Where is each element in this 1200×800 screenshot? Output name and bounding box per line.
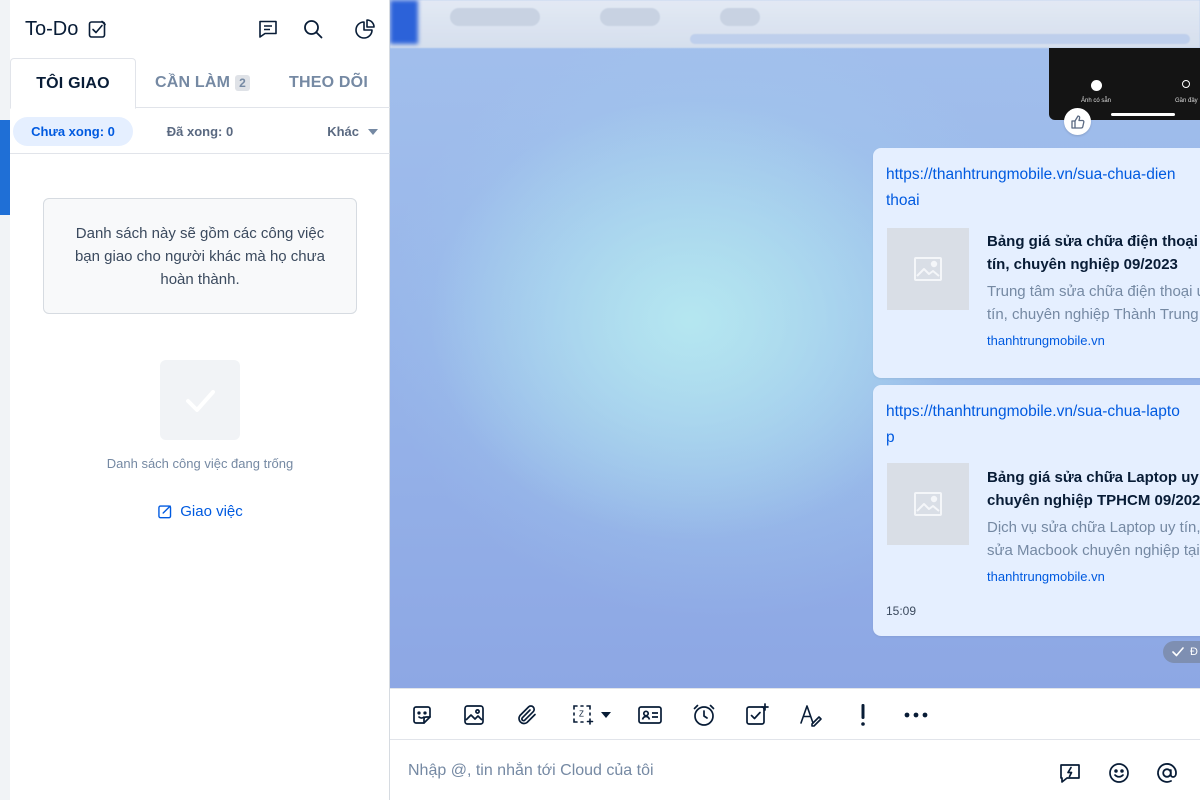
- message-time: 15:09: [886, 604, 917, 618]
- info-message: Danh sách này sẽ gồm các công việc bạn g…: [43, 198, 357, 314]
- message-url[interactable]: https://thanhtrungmobile.vn/sua-chua-die…: [886, 162, 1200, 214]
- note-list-icon[interactable]: [255, 16, 281, 42]
- message-input[interactable]: [408, 758, 1008, 784]
- alarm-clock-icon[interactable]: [690, 701, 718, 729]
- tab-label: TÔI GIAO: [36, 74, 110, 92]
- sticker-icon[interactable]: [408, 701, 436, 729]
- sent-status-badge: Đ: [1163, 641, 1200, 663]
- paperclip-icon[interactable]: [513, 701, 541, 729]
- count-badge: 2: [235, 75, 251, 91]
- tab-label: CẦN LÀM: [154, 74, 231, 91]
- filter-done-button[interactable]: Đã xong: 0: [140, 117, 260, 146]
- image-icon[interactable]: [460, 701, 488, 729]
- thumbs-up-icon[interactable]: [1064, 108, 1091, 135]
- todo-content: To-Do TÔI GIAO CẦN LÀM 2 THEO DÕI Chưa x…: [10, 0, 390, 800]
- edit-square-icon: [158, 505, 172, 519]
- link-preview-thumbnail: [887, 463, 969, 545]
- edit-square-icon[interactable]: [87, 18, 109, 40]
- message-url[interactable]: https://thanhtrungmobile.vn/sua-chua-lap…: [886, 399, 1200, 451]
- urgent-mark-icon[interactable]: [849, 701, 877, 729]
- assign-task-link[interactable]: Giao việc: [10, 503, 390, 520]
- empty-check-icon: [160, 360, 240, 440]
- tab-theo-doi[interactable]: THEO DÕI: [267, 58, 390, 108]
- link-preview-domain: thanhtrungmobile.vn: [987, 569, 1105, 584]
- filter-other-dropdown[interactable]: Khác: [327, 117, 378, 146]
- message-composer: [390, 740, 1200, 800]
- link-preview-description: Trung tâm sửa chữa điện thoại uy tín, ch…: [987, 283, 1200, 323]
- more-options-icon[interactable]: [902, 701, 930, 729]
- filter-other-label: Khác: [327, 124, 359, 139]
- quick-message-icon[interactable]: [1057, 760, 1083, 786]
- screenshot-icon[interactable]: Z: [566, 701, 616, 729]
- link-message[interactable]: https://thanhtrungmobile.vn/sua-chua-lap…: [873, 385, 1200, 636]
- search-icon[interactable]: [300, 16, 326, 42]
- caret-down-icon[interactable]: [601, 712, 611, 718]
- empty-state-text: Danh sách công việc đang trống: [106, 456, 294, 471]
- svg-text:Z: Z: [579, 710, 584, 719]
- pie-chart-icon[interactable]: [352, 16, 378, 42]
- tab-toi-giao[interactable]: TÔI GIAO: [10, 58, 136, 109]
- tab-can-lam[interactable]: CẦN LÀM 2: [140, 58, 265, 108]
- mention-icon[interactable]: [1154, 760, 1180, 786]
- emoji-icon[interactable]: [1106, 760, 1132, 786]
- sent-status-text: Đ: [1190, 646, 1198, 658]
- tab-label: THEO DÕI: [289, 74, 368, 91]
- left-edge-accent: [0, 120, 10, 215]
- contact-card-icon[interactable]: [636, 701, 664, 729]
- composer-toolbar: Z: [390, 688, 1200, 740]
- filter-pending-button[interactable]: Chưa xong: 0: [13, 117, 133, 146]
- task-add-icon[interactable]: [743, 701, 771, 729]
- photo-label: Gần đây: [1175, 98, 1198, 104]
- status-filters: Chưa xong: 0 Đã xong: 0 Khác: [10, 108, 390, 154]
- link-preview-title: Bảng giá sửa chữa Laptop uy tín chuyên n…: [987, 469, 1200, 509]
- todo-header: To-Do: [10, 0, 390, 58]
- blurred-top-strip: [390, 0, 1200, 48]
- caret-down-icon: [368, 128, 378, 135]
- todo-title: To-Do: [25, 18, 79, 40]
- image-placeholder-icon: [914, 257, 942, 281]
- assign-task-label: Giao việc: [180, 503, 243, 520]
- photo-label: Ảnh có sẵn: [1081, 98, 1112, 104]
- todo-tabs: TÔI GIAO CẦN LÀM 2 THEO DÕI: [10, 58, 390, 109]
- link-preview-title: Bảng giá sửa chữa điện thoại uy tín, chu…: [987, 233, 1200, 273]
- image-placeholder-icon: [914, 492, 942, 516]
- link-preview-domain: thanhtrungmobile.vn: [987, 333, 1105, 348]
- chat-area: Ảnh có sẵn Gần đây https://thanhtrungmob…: [390, 0, 1200, 688]
- todo-panel: To-Do TÔI GIAO CẦN LÀM 2 THEO DÕI Chưa x…: [0, 0, 390, 800]
- check-icon: [1172, 647, 1184, 657]
- link-message[interactable]: https://thanhtrungmobile.vn/sua-chua-die…: [873, 148, 1200, 378]
- text-format-icon[interactable]: [796, 701, 824, 729]
- blurred-blue-block: [390, 0, 418, 44]
- link-preview-thumbnail: [887, 228, 969, 310]
- link-preview-description: Dịch vụ sửa chữa Laptop uy tín, sửa Macb…: [987, 519, 1200, 559]
